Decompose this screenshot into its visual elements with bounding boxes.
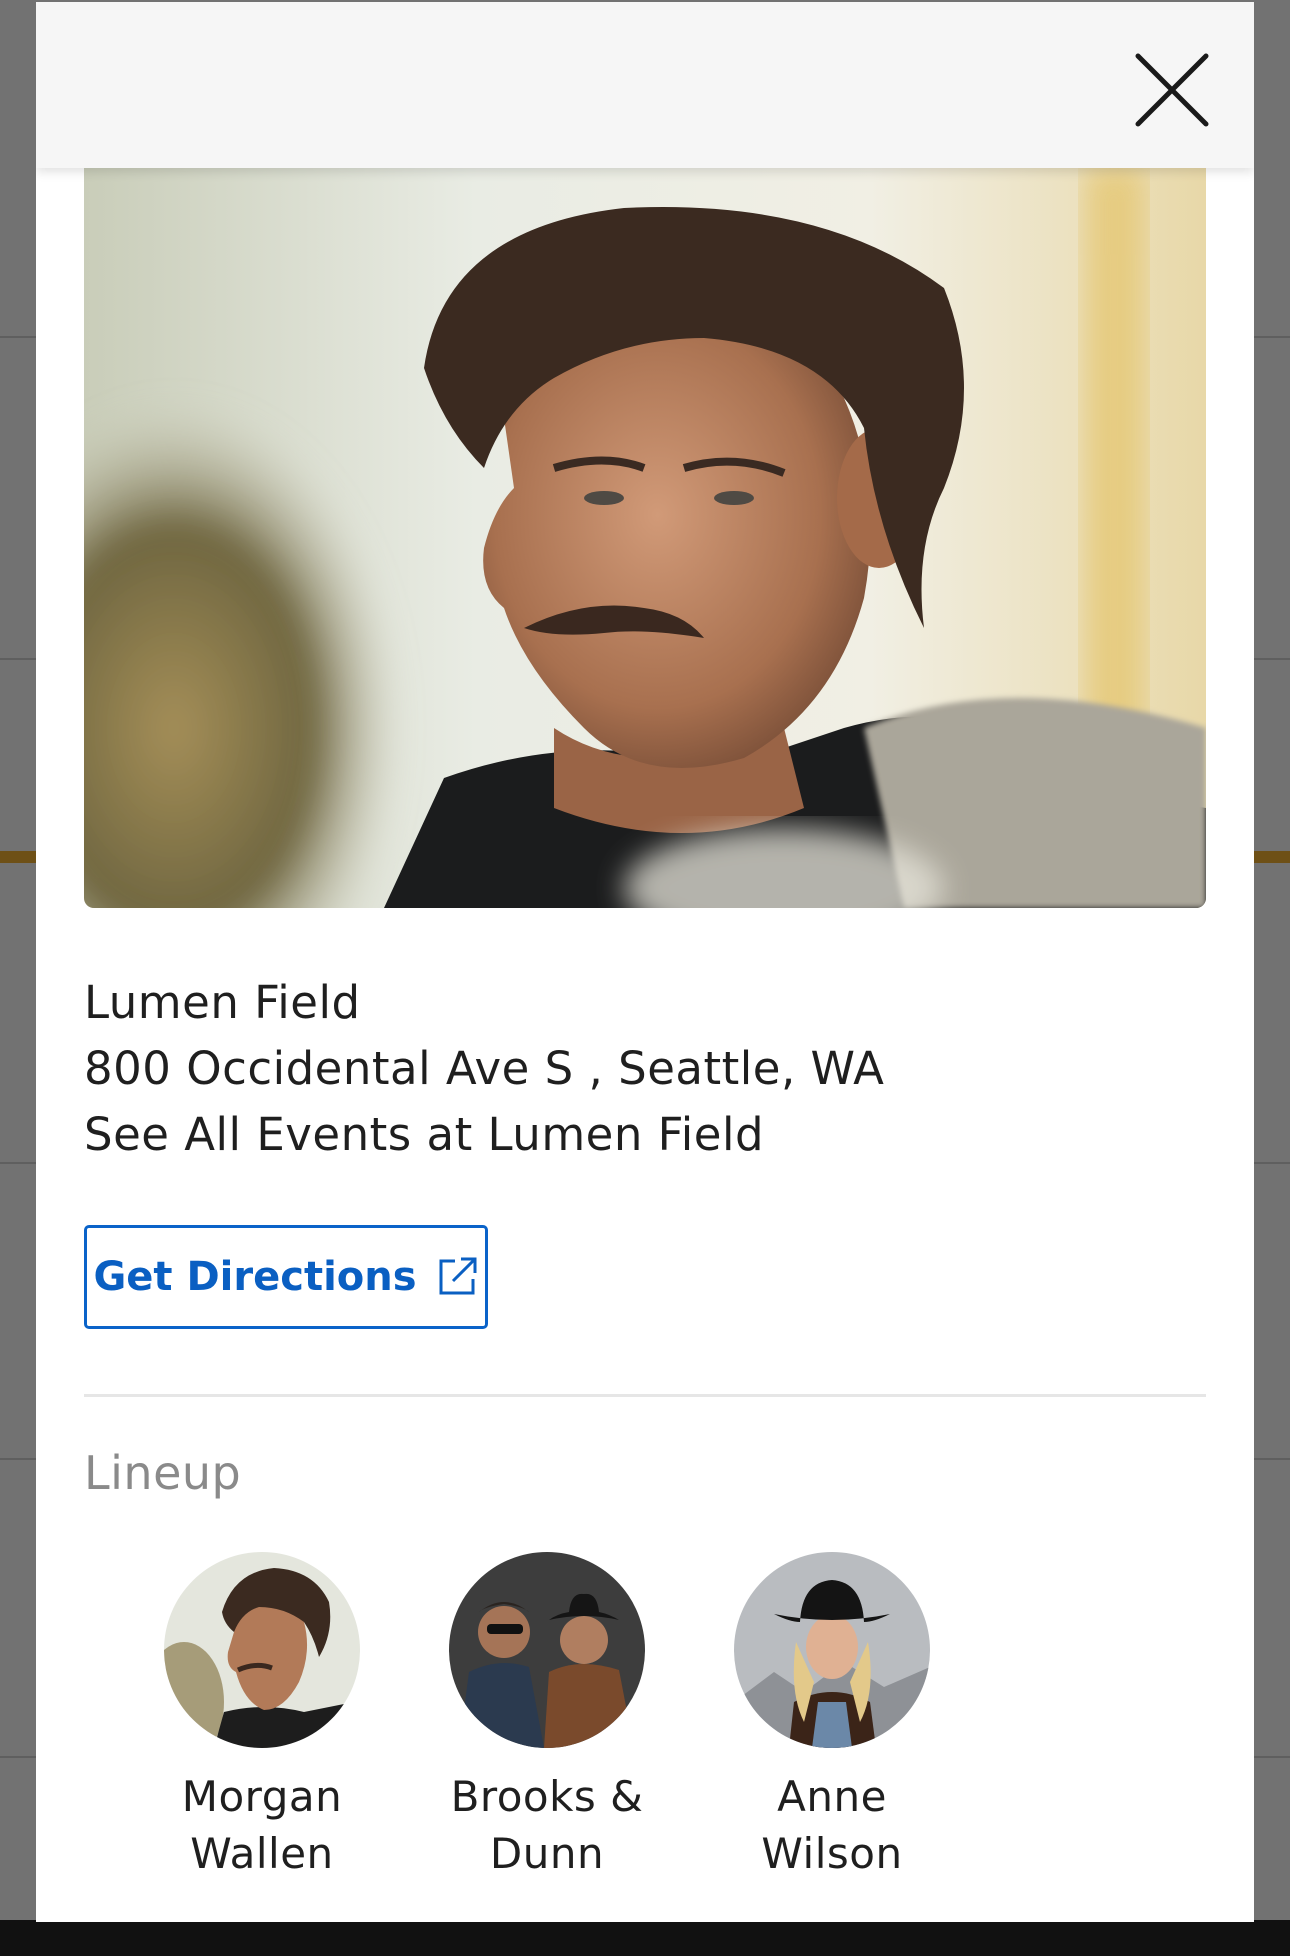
artist-name-line: Anne Wilson	[761, 1772, 903, 1878]
modal-header	[36, 2, 1254, 168]
lineup-artist-morgan-wallen[interactable]: Morgan Wallen	[132, 1552, 392, 1882]
background-bottom-bar	[0, 1920, 1290, 1956]
venue-info: Lumen Field 800 Occidental Ave S , Seatt…	[84, 970, 1206, 1168]
close-icon	[1135, 53, 1209, 127]
artist-name: Morgan Wallen	[132, 1768, 392, 1882]
artist-hero-image	[84, 168, 1206, 908]
artist-name-line: Dunn	[489, 1829, 605, 1878]
artist-name-line: Morgan	[181, 1772, 343, 1821]
avatar	[164, 1552, 360, 1748]
close-button[interactable]	[1132, 50, 1212, 130]
external-link-icon	[435, 1255, 479, 1299]
avatar	[734, 1552, 930, 1748]
see-all-events-link[interactable]: See All Events at Lumen Field	[84, 1102, 1206, 1168]
venue-name: Lumen Field	[84, 976, 361, 1029]
lineup-artist-anne-wilson[interactable]: Anne Wilson	[702, 1552, 962, 1882]
venue-address: 800 Occidental Ave S , Seattle, WA	[84, 1042, 885, 1095]
get-directions-button[interactable]: Get Directions	[84, 1225, 488, 1329]
lineup-artist-brooks-and-dunn[interactable]: Brooks & Dunn	[417, 1552, 677, 1882]
venue-modal: Lumen Field 800 Occidental Ave S , Seatt…	[36, 2, 1254, 1922]
section-divider	[84, 1394, 1206, 1397]
artist-name-line: Brooks &	[450, 1772, 644, 1821]
lineup-heading: Lineup	[84, 1446, 242, 1500]
artist-name-line: Wallen	[190, 1829, 334, 1878]
get-directions-label: Get Directions	[93, 1254, 417, 1300]
avatar	[449, 1552, 645, 1748]
artist-name: Anne Wilson	[702, 1768, 962, 1882]
artist-name: Brooks & Dunn	[417, 1768, 677, 1882]
